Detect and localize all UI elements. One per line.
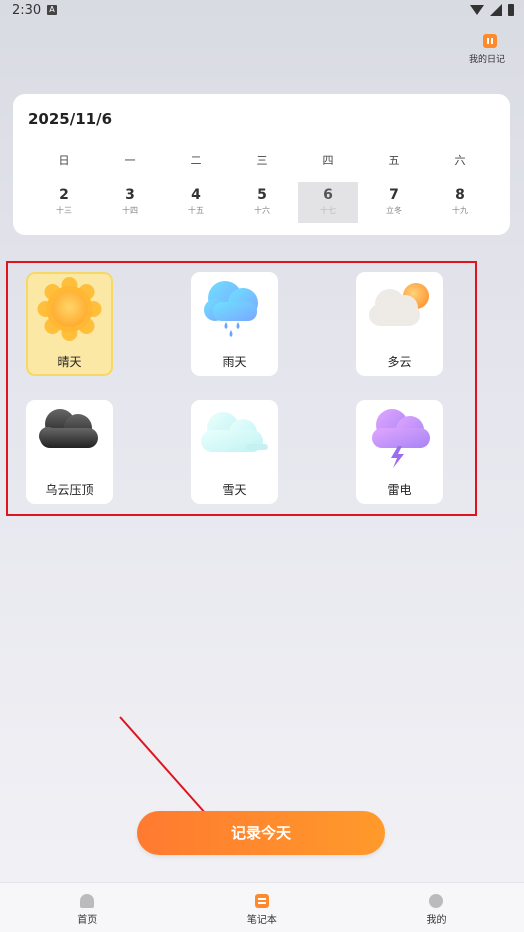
calendar-date: 2025/11/6 (28, 110, 113, 128)
thunder-cloud-icon (372, 409, 430, 468)
home-icon (80, 894, 95, 908)
status-bar: 2:30 A (0, 0, 524, 22)
status-icons (470, 4, 514, 16)
notebook-icon (254, 894, 269, 908)
day-number: 5 (257, 187, 267, 203)
weekday-header: 日 一 二 三 四 五 六 (31, 152, 493, 168)
weekday-label: 六 (454, 154, 466, 167)
diary-icon (483, 34, 497, 48)
day-number: 6 (323, 187, 333, 203)
calendar-day[interactable]: 7 立冬 (361, 182, 427, 223)
sun-icon (37, 277, 102, 341)
day-number: 7 (389, 187, 399, 203)
day-number: 8 (455, 187, 465, 203)
weather-label: 晴天 (57, 355, 82, 369)
weather-label: 雨天 (222, 355, 247, 369)
nav-label: 首页 (77, 915, 98, 926)
calendar-day[interactable]: 4 十五 (163, 182, 229, 223)
weather-option-sunny[interactable]: 晴天 (26, 272, 113, 376)
weather-option-thunder[interactable]: 雷电 (356, 400, 443, 504)
day-lunar: 十四 (122, 206, 138, 215)
notification-icon: A (47, 5, 57, 15)
day-number: 4 (191, 187, 201, 203)
my-diary-button[interactable]: 我的日记 (469, 34, 510, 65)
weekday-label: 四 (322, 154, 334, 167)
day-lunar: 立冬 (386, 206, 402, 215)
nav-label: 笔记本 (246, 915, 277, 926)
wifi-icon (470, 5, 484, 15)
weekday-label: 三 (256, 154, 268, 167)
weekday-label: 日 (58, 154, 70, 167)
nav-label: 我的 (426, 915, 447, 926)
day-lunar: 十七 (320, 206, 336, 215)
weather-label: 雷电 (387, 483, 412, 497)
day-number: 3 (125, 187, 135, 203)
weather-label: 乌云压顶 (45, 483, 94, 497)
weather-label: 雪天 (222, 483, 247, 497)
weekday-label: 一 (124, 154, 136, 167)
nav-item-notebook[interactable]: 笔记本 (175, 883, 350, 932)
weather-option-cloudy[interactable]: 多云 (356, 272, 443, 376)
nav-item-profile[interactable]: 我的 (349, 883, 524, 932)
weekday-label: 二 (190, 154, 202, 167)
dark-cloud-icon (39, 409, 98, 448)
week-days: 2 十三 3 十四 4 十五 5 十六 6 十七 7 立冬 8 十九 (31, 182, 493, 223)
day-lunar: 十九 (452, 206, 468, 215)
weather-option-rainy[interactable]: 雨天 (191, 272, 278, 376)
day-number: 2 (59, 187, 69, 203)
weather-option-dark-cloud[interactable]: 乌云压顶 (26, 400, 113, 504)
calendar-day-selected[interactable]: 6 十七 (298, 182, 358, 223)
battery-icon (508, 4, 514, 16)
weekday-label: 五 (388, 154, 400, 167)
my-diary-label: 我的日记 (468, 55, 505, 65)
snow-cloud-icon (201, 412, 268, 452)
status-time: 2:30 (12, 3, 42, 18)
rain-cloud-icon (204, 281, 258, 337)
calendar-day[interactable]: 5 十六 (229, 182, 295, 223)
calendar-day[interactable]: 3 十四 (97, 182, 163, 223)
weather-label: 多云 (387, 355, 412, 369)
day-lunar: 十三 (56, 206, 72, 215)
weather-option-snowy[interactable]: 雪天 (191, 400, 278, 504)
day-lunar: 十六 (254, 206, 270, 215)
nav-item-home[interactable]: 首页 (0, 883, 175, 932)
calendar-card: 2025/11/6 日 一 二 三 四 五 六 2 十三 3 十四 4 十五 5 十六 … (13, 94, 510, 235)
record-today-button[interactable]: 记录今天 (137, 811, 385, 855)
bottom-nav: 首页 笔记本 我的 (0, 882, 524, 932)
calendar-day[interactable]: 8 十九 (427, 182, 493, 223)
signal-icon (490, 4, 502, 16)
calendar-day[interactable]: 2 十三 (31, 182, 97, 223)
day-lunar: 十五 (188, 206, 204, 215)
profile-icon (429, 894, 444, 908)
partly-cloudy-icon (369, 283, 429, 326)
